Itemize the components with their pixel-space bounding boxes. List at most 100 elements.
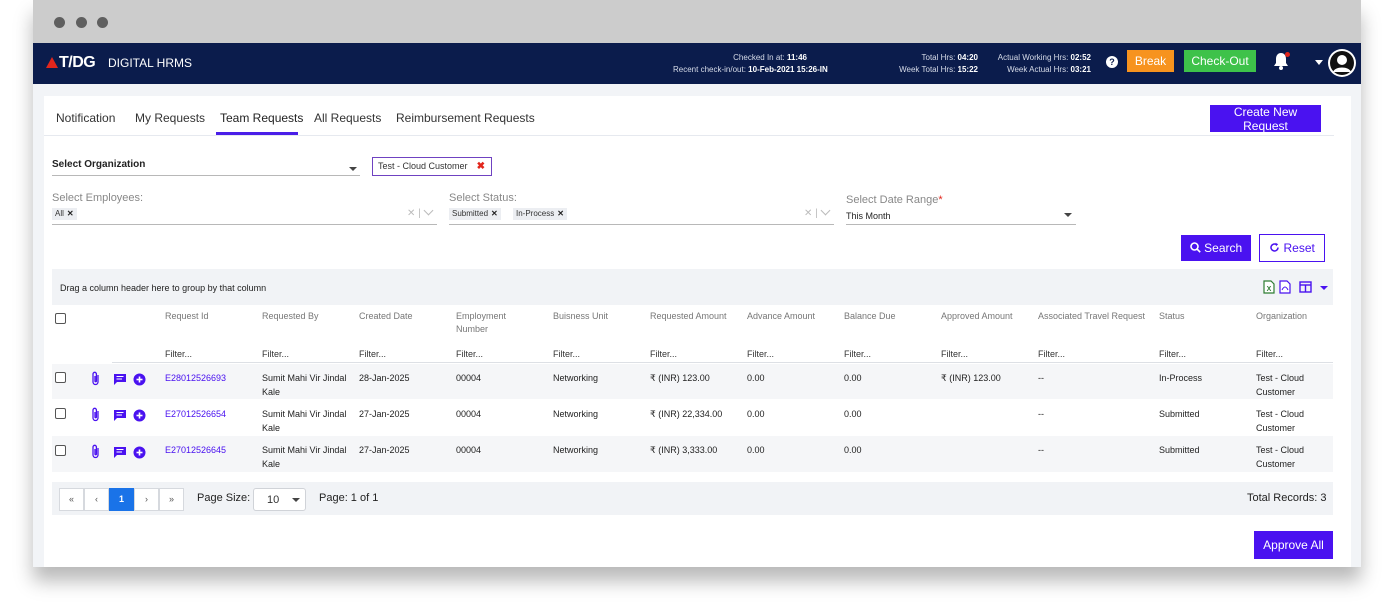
column-header-requested-by[interactable]: Requested By (262, 310, 319, 323)
page-size-label: Page Size: (197, 492, 251, 504)
request-id-link[interactable]: E28012526693 (165, 371, 226, 385)
filter-status[interactable]: Filter... (1159, 349, 1186, 359)
organization-chip-label: Test - Cloud Customer (378, 161, 468, 171)
week-actual-value: 03:21 (1070, 65, 1091, 74)
next-page-button[interactable]: › (134, 488, 159, 511)
filter-request-id[interactable]: Filter... (165, 349, 192, 359)
column-header-organization[interactable]: Organization (1256, 310, 1307, 323)
column-header-balance-due[interactable]: Balance Due (844, 310, 896, 323)
comment-icon[interactable] (113, 446, 127, 459)
help-icon[interactable]: ? (1106, 56, 1118, 68)
chevron-down-icon[interactable] (820, 205, 831, 216)
add-circle-icon[interactable] (133, 373, 146, 386)
check-out-button[interactable]: Check-Out (1184, 50, 1256, 72)
request-id-link[interactable]: E27012526645 (165, 443, 226, 457)
column-header-requested-amount[interactable]: Requested Amount (650, 310, 727, 323)
user-menu-caret-icon[interactable] (1315, 60, 1323, 65)
week-total-value: 15:22 (957, 65, 978, 74)
page-1-button[interactable]: 1 (109, 488, 134, 511)
tab-my-requests[interactable]: My Requests (135, 111, 205, 125)
request-id-link[interactable]: E27012526654 (165, 407, 226, 421)
chevron-down-icon[interactable] (1064, 213, 1072, 217)
filter-requested-amount[interactable]: Filter... (650, 349, 677, 359)
employees-field[interactable] (52, 224, 437, 225)
tab-notification[interactable]: Notification (56, 111, 115, 125)
tab-reimbursement-requests[interactable]: Reimbursement Requests (396, 111, 535, 125)
remove-chip-icon[interactable]: ✖ (477, 161, 485, 172)
add-circle-icon[interactable] (133, 409, 146, 422)
requested-amount-cell: ₹ (INR) 3,333.00 (650, 445, 718, 455)
filter-employment-number[interactable]: Filter... (456, 349, 483, 359)
column-header-employment-number[interactable]: Employment Number (456, 310, 520, 336)
column-header-advance-amount[interactable]: Advance Amount (747, 310, 815, 323)
travel-request-cell: -- (1038, 445, 1044, 455)
requested-amount-cell: ₹ (INR) 123.00 (650, 373, 710, 383)
paperclip-icon[interactable] (91, 371, 101, 386)
column-header-status[interactable]: Status (1159, 310, 1185, 323)
remove-chip-icon[interactable]: ✕ (67, 209, 74, 218)
status-cell: Submitted (1159, 409, 1200, 419)
page-info: Page: 1 of 1 (319, 492, 379, 504)
status-field[interactable] (449, 224, 834, 225)
clear-employees-icon[interactable]: ✕ | (407, 208, 421, 219)
chevron-down-icon[interactable] (423, 205, 434, 216)
column-header-created-date[interactable]: Created Date (359, 310, 413, 323)
filter-advance-amount[interactable]: Filter... (747, 349, 774, 359)
column-header-associated-travel-request[interactable]: Associated Travel Request (1038, 310, 1145, 323)
filter-approved-amount[interactable]: Filter... (941, 349, 968, 359)
remove-chip-icon[interactable]: ✕ (557, 209, 564, 218)
business-unit-cell: Networking (553, 445, 599, 455)
column-header-business-unit[interactable]: Buisness Unit (553, 310, 608, 323)
actual-hrs-value: 02:52 (1070, 53, 1091, 62)
clear-status-icon[interactable]: ✕ | (804, 208, 818, 219)
search-button[interactable]: Search (1181, 235, 1251, 261)
select-all-checkbox[interactable] (55, 313, 66, 324)
user-avatar[interactable] (1328, 49, 1356, 77)
export-pdf-icon[interactable] (1279, 280, 1291, 294)
filter-balance-due[interactable]: Filter... (844, 349, 871, 359)
date-range-select[interactable]: This Month (846, 209, 891, 223)
paperclip-icon[interactable] (91, 444, 101, 459)
reset-button[interactable]: Reset (1259, 234, 1325, 262)
filter-organization[interactable]: Filter... (1256, 349, 1283, 359)
prev-page-button[interactable]: ‹ (84, 488, 109, 511)
created-date-cell: 28-Jan-2025 (359, 373, 410, 383)
row-checkbox[interactable] (55, 445, 66, 456)
break-button[interactable]: Break (1127, 50, 1174, 72)
window-dot (97, 17, 108, 28)
checked-in-label: Checked In at: (733, 53, 785, 62)
row-checkbox[interactable] (55, 372, 66, 383)
organization-select[interactable]: Select Organization (52, 159, 145, 170)
approve-all-button[interactable]: Approve All (1254, 531, 1333, 559)
chevron-down-icon[interactable] (1320, 286, 1328, 290)
filter-associated-travel-request[interactable]: Filter... (1038, 349, 1065, 359)
add-circle-icon[interactable] (133, 446, 146, 459)
filter-business-unit[interactable]: Filter... (553, 349, 580, 359)
comment-icon[interactable] (113, 373, 127, 386)
tab-all-requests[interactable]: All Requests (314, 111, 381, 125)
export-excel-icon[interactable]: X (1263, 280, 1275, 294)
group-panel[interactable]: Drag a column header here to group by th… (52, 269, 1333, 305)
chevron-down-icon[interactable] (292, 498, 300, 502)
employee-chip-label: All (55, 209, 64, 218)
column-header-approved-amount[interactable]: Approved Amount (941, 310, 1013, 323)
total-records: Total Records: 3 (1247, 492, 1327, 504)
last-page-button[interactable]: » (159, 488, 184, 511)
advance-amount-cell: 0.00 (747, 409, 765, 419)
filter-created-date[interactable]: Filter... (359, 349, 386, 359)
create-new-request-button[interactable]: Create New Request (1210, 105, 1321, 133)
remove-chip-icon[interactable]: ✕ (491, 209, 498, 218)
svg-text:X: X (1267, 286, 1272, 293)
tab-team-requests[interactable]: Team Requests (220, 111, 303, 125)
column-chooser-icon[interactable] (1299, 281, 1312, 293)
recent-checkin-stat: Recent check-in/out: 10-Feb-2021 15:26-I… (673, 65, 870, 74)
paperclip-icon[interactable] (91, 407, 101, 422)
window-dot (54, 17, 65, 28)
column-header-request-id[interactable]: Request Id (165, 310, 209, 323)
requested-amount-cell: ₹ (INR) 22,334.00 (650, 409, 723, 419)
comment-icon[interactable] (113, 409, 127, 422)
first-page-button[interactable]: « (59, 488, 84, 511)
chevron-down-icon[interactable] (349, 167, 357, 171)
filter-requested-by[interactable]: Filter... (262, 349, 289, 359)
row-checkbox[interactable] (55, 408, 66, 419)
